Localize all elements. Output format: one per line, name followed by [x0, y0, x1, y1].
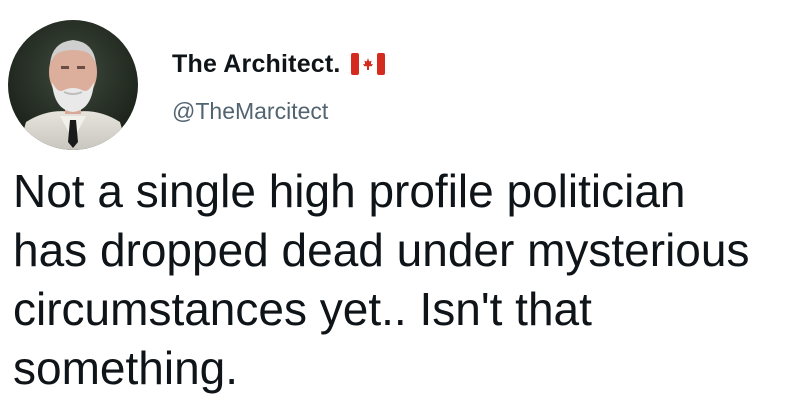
avatar-image: [8, 20, 138, 150]
tweet-card: The Architect. @TheMarcitect Not a singl…: [0, 0, 789, 412]
canada-flag-icon: [350, 53, 385, 75]
author-name-row: The Architect.: [172, 44, 385, 84]
display-name[interactable]: The Architect.: [172, 50, 341, 79]
user-handle[interactable]: @TheMarcitect: [172, 98, 328, 125]
avatar[interactable]: [8, 20, 138, 150]
tweet-body-text: Not a single high profile politician has…: [13, 165, 750, 394]
